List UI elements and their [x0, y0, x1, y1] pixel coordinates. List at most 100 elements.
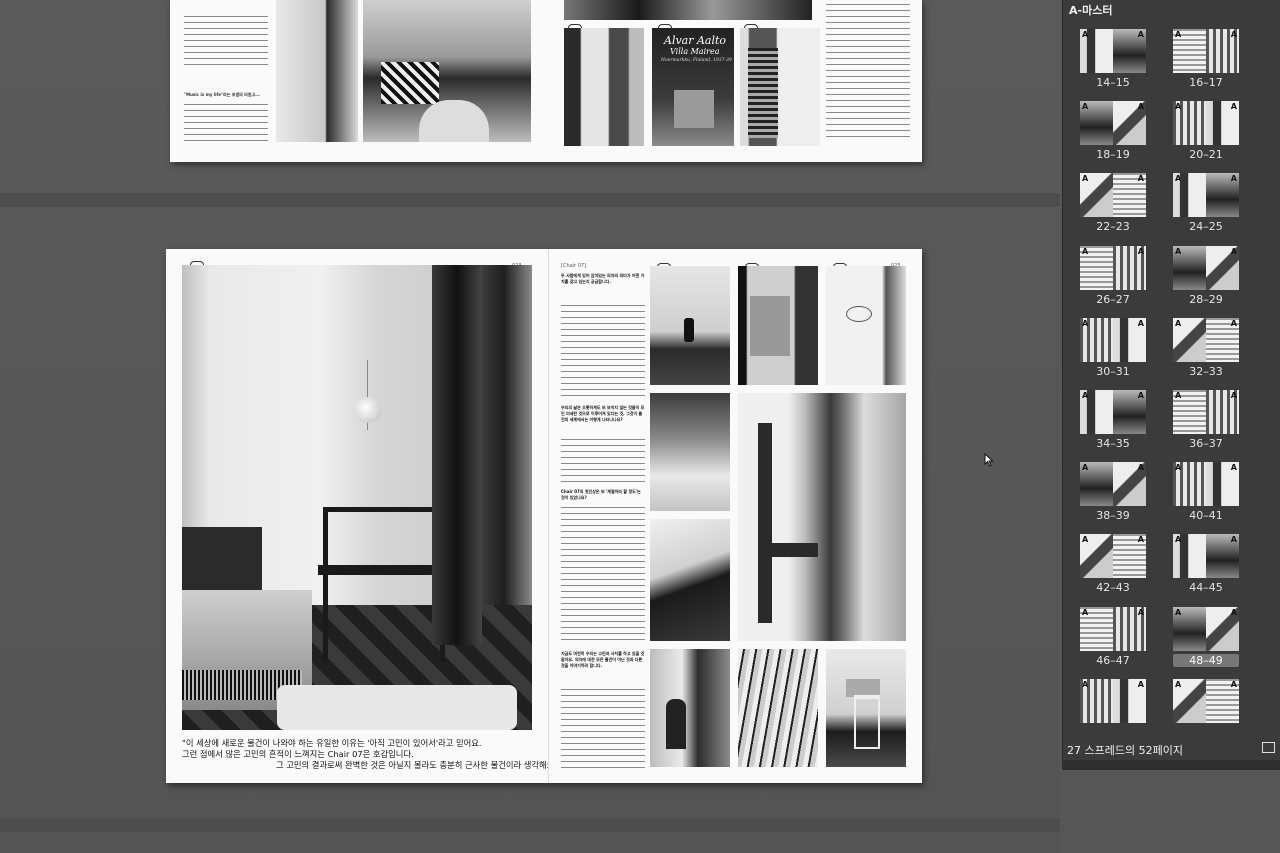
villa-title: Alvar Aalto	[664, 34, 727, 47]
master-indicator: A	[1082, 391, 1089, 400]
master-indicator: A	[1137, 391, 1144, 400]
master-indicator: A	[1175, 679, 1182, 689]
master-indicator: A	[1230, 679, 1237, 689]
spread-label[interactable]: 32–33	[1173, 365, 1239, 378]
spread-label[interactable]: 42–43	[1080, 581, 1146, 594]
answer-text	[561, 507, 645, 645]
master-indicator: A	[1137, 679, 1144, 689]
photo-bookshelf[interactable]	[740, 28, 820, 146]
photo-table-cup[interactable]	[650, 393, 730, 511]
body-text-block	[184, 16, 268, 68]
photo-interior-sofa[interactable]	[363, 0, 531, 142]
photo-strip[interactable]	[564, 0, 812, 20]
spread-thumbnail[interactable]: AA	[1080, 317, 1146, 362]
spread-thumbnail[interactable]: AA	[1173, 29, 1239, 73]
spread-thumbnail[interactable]: AA	[1173, 606, 1239, 651]
pull-quote-line3: 그 고민의 결과로써 완벽한 것은 아닐지 몰라도 충분히 근사한 물건이라 생…	[276, 760, 561, 770]
photo-person-reading[interactable]	[650, 649, 730, 767]
master-indicator: A	[1082, 102, 1089, 112]
master-indicator: A	[1137, 535, 1144, 545]
spread-label[interactable]: 18–19	[1080, 148, 1146, 161]
spread-thumbnail[interactable]: AA	[1173, 390, 1239, 434]
spread-thumbnail[interactable]: AA	[1080, 606, 1146, 651]
new-page-icon[interactable]	[1262, 742, 1275, 753]
top-left-page[interactable]: "Music is my life"라는 포엠의 타원고...	[170, 0, 548, 162]
spread-label[interactable]: 24–25	[1173, 220, 1239, 233]
spread-thumbnail[interactable]: AA	[1173, 101, 1239, 146]
spread-label[interactable]: 38–39	[1080, 509, 1146, 522]
spread-thumbnail[interactable]: AA	[1173, 245, 1239, 290]
spread-label[interactable]: 28–29	[1173, 293, 1239, 306]
master-indicator: A	[1175, 318, 1182, 328]
photo-window-view[interactable]	[738, 266, 818, 385]
spread-thumbnail[interactable]: AA	[1173, 678, 1239, 723]
spread-label[interactable]: 44–45	[1173, 581, 1239, 594]
master-indicator: A	[1175, 246, 1182, 256]
master-indicator: A	[1137, 102, 1144, 112]
villa-place: Noormarkku, Finland, 1937-39	[661, 58, 732, 63]
spread-label[interactable]: 34–35	[1080, 437, 1146, 450]
spread-thumbnail[interactable]: AA	[1080, 173, 1146, 218]
villa-subtitle: Villa Mairea	[670, 47, 720, 56]
top-right-page[interactable]: Alvar Aalto Villa Mairea Noormarkku, Fin…	[548, 0, 922, 162]
photo-room-chair[interactable]	[182, 265, 532, 730]
spread-thumbnail[interactable]: AA	[1080, 390, 1146, 434]
master-indicator: A	[1175, 391, 1182, 400]
spread-label[interactable]: 22–23	[1080, 220, 1146, 233]
master-indicator: A	[1082, 318, 1089, 328]
pull-quote: "Music is my life"라는 포엠의 타원고...	[184, 92, 260, 97]
spread-label[interactable]: 46–47	[1080, 654, 1146, 667]
right-page[interactable]: [Chair 07] 두 사람에게 있어 앉아있는 의자의 의미가 어떤 가치를…	[549, 249, 922, 783]
pages-panel[interactable]: A-마스터 A A 14–15 A A 16–17 A A 18–19 A A 20–21 A A 22–2…	[1062, 0, 1280, 768]
spread-thumbnail[interactable]: AA	[1080, 29, 1146, 73]
spread-label[interactable]: 26–27	[1080, 293, 1146, 306]
left-page[interactable]: 023 "이 세상에 새로운 물건이 나와야 하는 유일한 이유는 '아직 고민…	[166, 249, 561, 783]
master-indicator: A	[1137, 30, 1144, 39]
master-indicator: A	[1082, 535, 1089, 545]
master-indicator: A	[1175, 30, 1182, 39]
photo-chair-closeup[interactable]	[738, 393, 906, 641]
photo-drawing-hand[interactable]	[826, 266, 906, 385]
spread-thumbnail[interactable]: AA	[1080, 101, 1146, 146]
spread-label[interactable]: 14–15	[1080, 76, 1146, 89]
spread-label[interactable]: 20–21	[1173, 148, 1239, 161]
photo-seat-detail[interactable]	[650, 519, 730, 641]
top-spread[interactable]: "Music is my life"라는 포엠의 타원고... Alvar Aa…	[170, 0, 922, 162]
section-label: [Chair 07]	[561, 263, 587, 269]
photo-villa-interior[interactable]	[564, 28, 644, 146]
spread-thumbnail[interactable]: AA	[1173, 317, 1239, 362]
spread-thumbnail[interactable]: AA	[1080, 534, 1146, 579]
spread-thumbnail[interactable]: AA	[1080, 462, 1146, 507]
photo-kitchen-stool[interactable]	[826, 649, 906, 767]
spread-label[interactable]: 30–31	[1080, 365, 1146, 378]
master-indicator: A	[1082, 607, 1089, 617]
master-indicator: A	[1137, 607, 1144, 617]
spread-thumbnail[interactable]: AA	[1173, 173, 1239, 218]
master-title[interactable]: A-마스터	[1069, 2, 1112, 18]
photo-villa-mairea[interactable]: Alvar Aalto Villa Mairea Noormarkku, Fin…	[652, 28, 734, 146]
answer-text	[561, 305, 645, 397]
spread-label[interactable]: 40–41	[1173, 509, 1239, 522]
master-indicator: A	[1230, 246, 1237, 256]
master-indicator: A	[1137, 463, 1144, 473]
master-indicator: A	[1230, 607, 1237, 617]
master-indicator: A	[1175, 102, 1182, 112]
spread-thumbnail[interactable]: AA	[1173, 462, 1239, 507]
main-spread[interactable]: 023 "이 세상에 새로운 물건이 나와야 하는 유일한 이유는 '아직 고민…	[166, 249, 922, 783]
spread-thumbnail[interactable]: AA	[1080, 678, 1146, 723]
spread-label[interactable]: 48–49	[1173, 653, 1239, 667]
panel-bottom-bar	[1062, 760, 1280, 770]
master-indicator: A	[1082, 679, 1089, 689]
photo-stacked-chairs[interactable]	[738, 649, 818, 767]
question-4: 지금도 여전히 우리는 고민과 사치를 하고 있을 것 같아요. 의자에 대한 …	[561, 651, 645, 668]
spread-thumbnail[interactable]: AA	[1173, 534, 1239, 579]
answer-text	[561, 439, 645, 483]
spread-label[interactable]: 36–37	[1173, 437, 1239, 450]
question-3: Chair 07의 첫인상은 또 '계절이라 할 정도'는 것이 있었나요?	[561, 489, 641, 500]
question-1: 두 사람에게 있어 앉아있는 의자의 의미가 어떤 가치를 갖고 있는지 궁금합…	[561, 273, 645, 284]
master-indicator: A	[1082, 174, 1089, 184]
spread-label[interactable]: 16–17	[1173, 76, 1239, 89]
spread-thumbnail[interactable]: AA	[1080, 245, 1146, 290]
photo-chair-detail[interactable]	[276, 0, 358, 142]
photo-kitchen-counter[interactable]	[650, 266, 730, 385]
